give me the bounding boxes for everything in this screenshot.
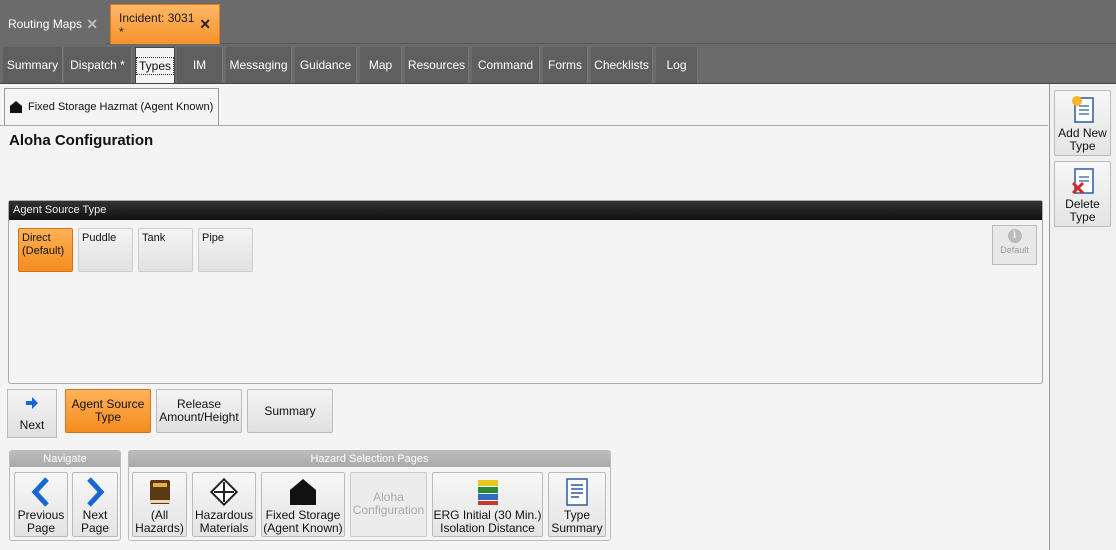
panel-title: Agent Source Type xyxy=(9,201,1042,220)
group-title: Navigate xyxy=(10,451,120,467)
step-release-amount[interactable]: Release Amount/Height xyxy=(156,389,242,433)
chevron-right-icon xyxy=(87,477,105,507)
next-label: Next xyxy=(19,418,45,432)
tab-types-label: Types xyxy=(136,56,175,75)
tab-guidance[interactable]: Guidance xyxy=(295,47,357,83)
tab-dispatch[interactable]: Dispatch * xyxy=(64,47,132,83)
step-agent-source-type[interactable]: Agent Source Type xyxy=(65,389,151,433)
arrow-right-icon xyxy=(26,397,38,409)
house-icon xyxy=(10,101,22,113)
source-pipe-button[interactable]: Pipe xyxy=(198,228,253,272)
subtab-label: Fixed Storage Hazmat (Agent Known) xyxy=(28,101,214,113)
group-title: Hazard Selection Pages xyxy=(129,451,610,467)
document-tab-bar: Routing Maps ✕ Incident: 3031 * ✕ xyxy=(0,0,1116,44)
close-icon[interactable]: ✕ xyxy=(199,16,211,33)
tab-command[interactable]: Command xyxy=(472,47,540,83)
house-icon xyxy=(290,479,316,505)
aloha-configuration-button: Aloha Configuration xyxy=(350,472,427,537)
tab-map[interactable]: Map xyxy=(360,47,402,83)
default-label: Default xyxy=(1000,245,1029,255)
page-label: Type Summary xyxy=(551,508,603,535)
source-direct-button[interactable]: Direct (Default) xyxy=(18,228,73,272)
erg-initial-button[interactable]: ERG Initial (30 Min.) Isolation Distance xyxy=(432,472,543,537)
page-title: Aloha Configuration xyxy=(9,132,154,149)
type-actions-sidebar: Add New Type Delete Type xyxy=(1049,84,1116,550)
next-page-label: Next Page xyxy=(80,508,110,535)
tab-forms[interactable]: Forms xyxy=(543,47,588,83)
close-icon[interactable]: ✕ xyxy=(86,16,98,33)
hazard-selection-group: Hazard Selection Pages (All Hazards) Haz… xyxy=(128,450,611,541)
previous-label: Previous Page xyxy=(17,508,65,535)
agent-source-panel: Agent Source Type Direct (Default) Puddl… xyxy=(8,200,1043,384)
tab-fixed-storage-hazmat[interactable]: Fixed Storage Hazmat (Agent Known) xyxy=(4,88,219,125)
delete-label: Delete Type xyxy=(1065,197,1100,224)
chevron-left-icon xyxy=(31,477,49,507)
delete-document-icon xyxy=(1071,168,1094,195)
default-button[interactable]: i Default xyxy=(992,225,1037,265)
divider xyxy=(0,125,1048,126)
page-label: (All Hazards) xyxy=(135,508,184,535)
tab-types[interactable]: Types xyxy=(135,47,175,83)
page-label: Hazardous Materials xyxy=(194,508,254,535)
tab-summary[interactable]: Summary xyxy=(3,47,63,83)
next-button[interactable]: Next xyxy=(7,389,57,438)
tab-routing-maps[interactable]: Routing Maps ✕ xyxy=(0,4,106,44)
tab-label: Incident: 3031 * xyxy=(119,10,195,39)
delete-type-button[interactable]: Delete Type xyxy=(1054,161,1111,227)
tab-im[interactable]: IM xyxy=(177,47,223,83)
navigate-group: Navigate Previous Page Next Page xyxy=(9,450,121,541)
page-label: Aloha Configuration xyxy=(352,490,425,517)
tab-checklists[interactable]: Checklists xyxy=(591,47,653,83)
source-tank-button[interactable]: Tank xyxy=(138,228,193,272)
step-summary[interactable]: Summary xyxy=(247,389,333,433)
tab-incident[interactable]: Incident: 3031 * ✕ xyxy=(110,4,220,44)
tab-messaging[interactable]: Messaging xyxy=(226,47,292,83)
type-summary-button[interactable]: Type Summary xyxy=(548,472,606,537)
all-hazards-button[interactable]: (All Hazards) xyxy=(132,472,187,537)
tab-resources[interactable]: Resources xyxy=(405,47,469,83)
books-icon xyxy=(477,480,498,505)
info-icon: i xyxy=(1007,229,1022,243)
next-page-button[interactable]: Next Page xyxy=(72,472,118,537)
previous-page-button[interactable]: Previous Page xyxy=(14,472,68,537)
summary-doc-icon xyxy=(566,478,588,506)
tab-label: Routing Maps xyxy=(8,17,83,31)
tab-log[interactable]: Log xyxy=(656,47,698,83)
book-icon xyxy=(149,480,170,504)
source-puddle-button[interactable]: Puddle xyxy=(78,228,133,272)
add-document-icon xyxy=(1071,96,1094,123)
add-label: Add New Type xyxy=(1058,126,1107,153)
page-label: ERG Initial (30 Min.) Isolation Distance xyxy=(433,508,542,535)
page-label: Fixed Storage (Agent Known) xyxy=(263,508,343,535)
hazmat-icon xyxy=(209,477,239,507)
fixed-storage-button[interactable]: Fixed Storage (Agent Known) xyxy=(261,472,345,537)
incident-nav-bar: Summary Dispatch * Types IM Messaging Gu… xyxy=(0,44,1116,84)
hazardous-materials-button[interactable]: Hazardous Materials xyxy=(192,472,256,537)
add-new-type-button[interactable]: Add New Type xyxy=(1054,90,1111,156)
